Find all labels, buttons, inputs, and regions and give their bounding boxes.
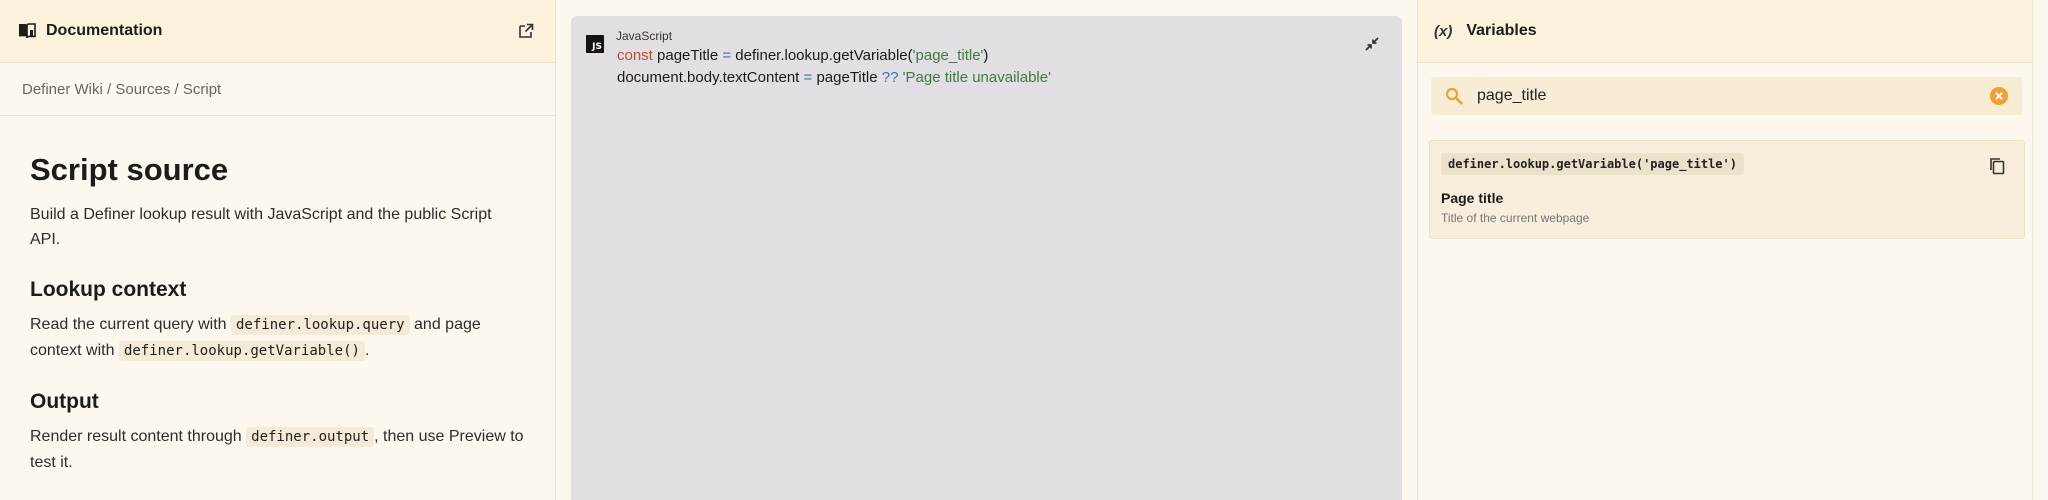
code-line[interactable]: const pageTitle = definer.lookup.getVari… [617, 47, 988, 64]
text-fragment: Read the current query with [30, 316, 231, 333]
documentation-title: Documentation [46, 22, 163, 39]
javascript-icon: JS [586, 35, 604, 53]
code-line[interactable]: document.body.textContent = pageTitle ??… [617, 69, 1051, 86]
search-input[interactable] [1477, 87, 1988, 105]
copy-icon[interactable] [1986, 155, 2008, 177]
variable-description: Title of the current webpage [1441, 211, 1590, 225]
language-label: JavaScript [616, 29, 673, 43]
code-keyword: const [617, 47, 653, 64]
section-heading-output: Output [30, 390, 99, 413]
search-icon [1443, 85, 1465, 107]
scrollbar[interactable] [2032, 0, 2048, 500]
section-heading-lookup-context: Lookup context [30, 278, 187, 301]
variable-code: definer.lookup.getVariable('page_title') [1441, 153, 1744, 175]
intro-text: Build a Definer lookup result with JavaS… [30, 206, 492, 248]
open-external-icon[interactable] [513, 18, 539, 44]
variable-icon: (x) [1434, 22, 1453, 40]
variable-name: Page title [1441, 190, 1504, 206]
inline-code: definer.output [246, 427, 375, 447]
code-token: ) [983, 47, 989, 64]
documentation-panel: Documentation Definer Wiki / Sources / S… [0, 0, 556, 500]
code-token: definer.lookup.getVariable( [731, 47, 913, 64]
clear-icon[interactable] [1988, 85, 2010, 107]
code-editor[interactable]: JS JavaScript const pageTitle = definer.… [571, 16, 1402, 500]
variable-search[interactable] [1431, 77, 2022, 115]
book-icon [16, 20, 38, 42]
code-token: pageTitle [812, 69, 882, 86]
code-token: document.body.textContent [617, 69, 804, 86]
inline-code: definer.lookup.query [231, 315, 410, 335]
documentation-header: Documentation [0, 0, 555, 63]
collapse-icon[interactable] [1360, 32, 1384, 56]
breadcrumb[interactable]: Definer Wiki / Sources / Script [0, 63, 555, 116]
documentation-body: Script source Build a Definer lookup res… [0, 116, 555, 475]
text-fragment: . [364, 342, 370, 359]
code-string: 'Page title unavailable' [902, 69, 1051, 86]
variables-title: Variables [1466, 22, 1537, 39]
section-text-output: Render result content through definer.ou… [30, 424, 525, 475]
section-text-lookup-context: Read the current query with definer.look… [30, 312, 525, 364]
code-string: 'page_title' [912, 47, 984, 64]
variable-item[interactable]: definer.lookup.getVariable('page_title')… [1429, 140, 2025, 239]
text-fragment: Render result content through [30, 428, 247, 445]
page-title: Script source [30, 152, 229, 187]
code-token: pageTitle [652, 47, 723, 64]
variables-panel: (x) Variables definer.lookup.getVariable… [1417, 0, 2032, 500]
variables-header: (x) Variables [1418, 0, 2032, 63]
code-operator: = [803, 69, 813, 86]
code-operator: = [722, 47, 732, 64]
inline-code: definer.lookup.getVariable() [118, 341, 365, 361]
code-operator: ?? [881, 69, 899, 86]
